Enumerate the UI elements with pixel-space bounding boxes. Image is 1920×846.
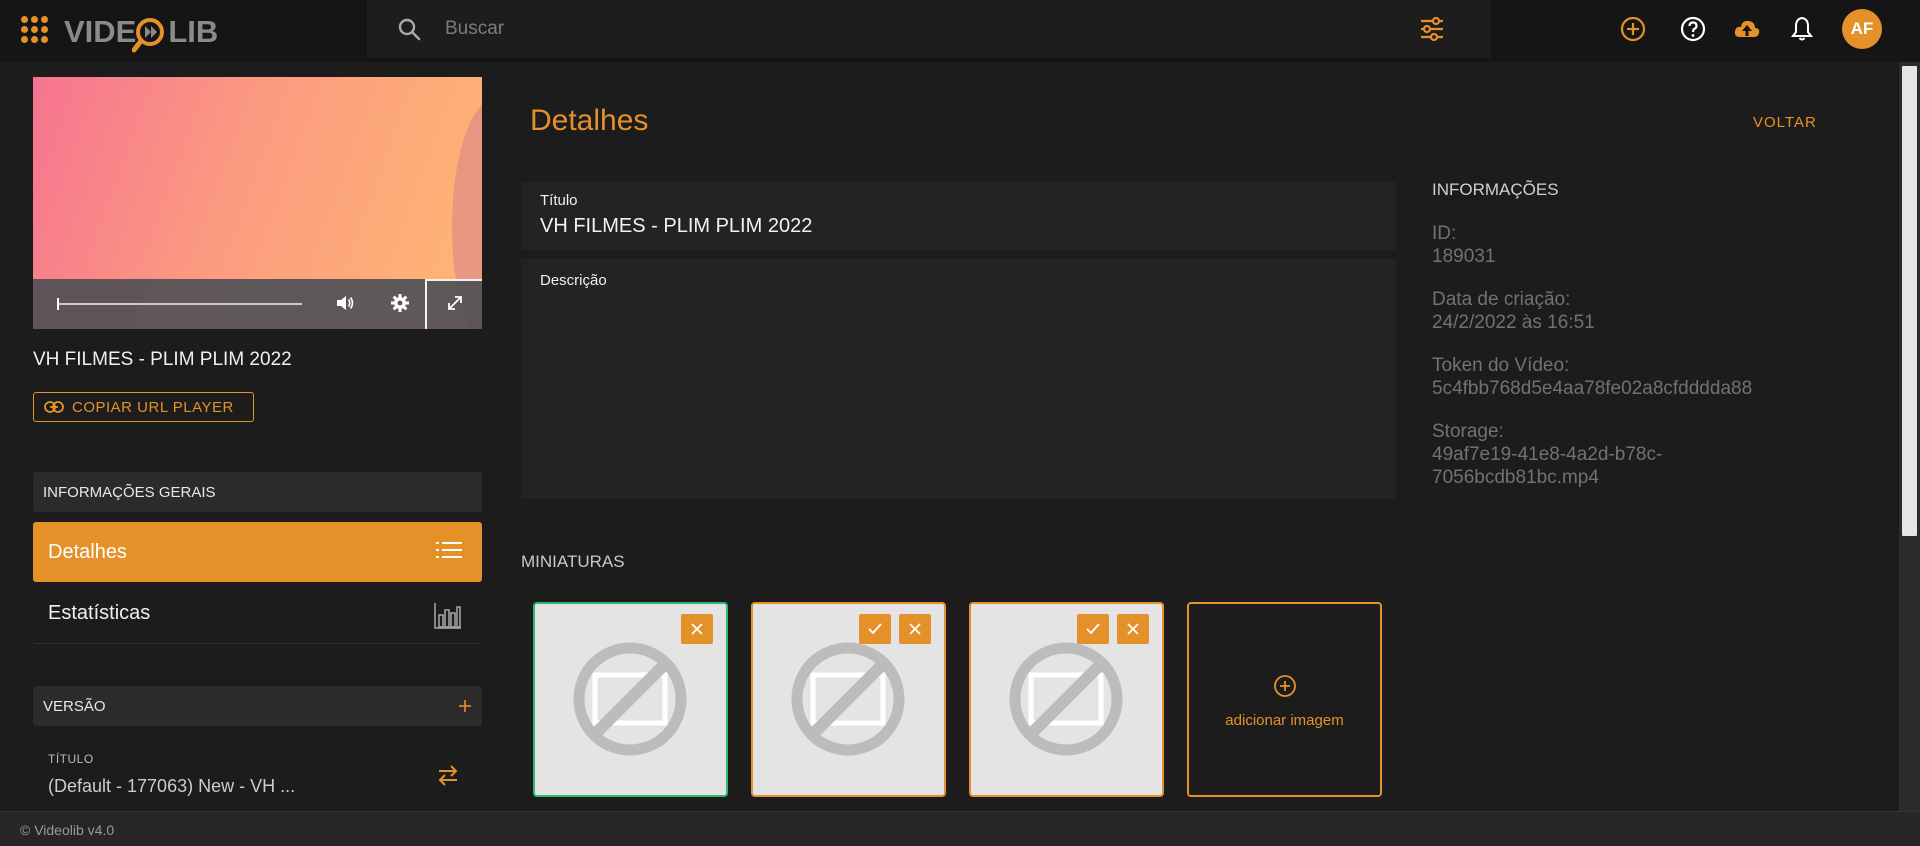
search-input[interactable] bbox=[445, 12, 1345, 46]
info-created: Data de criação: 24/2/2022 às 16:51 bbox=[1432, 288, 1595, 334]
no-image-placeholder-icon bbox=[791, 642, 905, 756]
general-info-header-label: INFORMAÇÕES GERAIS bbox=[43, 483, 216, 501]
description-field-label: Descrição bbox=[540, 272, 607, 289]
thumbnail-card[interactable] bbox=[969, 602, 1164, 797]
footer-version-text: © Videolib v4.0 bbox=[20, 822, 115, 838]
logo-play-magnifier-icon bbox=[131, 15, 172, 53]
thumbnails-title: MINIATURAS bbox=[521, 552, 625, 571]
video-player[interactable] bbox=[33, 77, 482, 329]
help-icon[interactable] bbox=[1679, 15, 1707, 43]
version-header: VERSÃO bbox=[33, 686, 482, 726]
info-created-label: Data de criação: bbox=[1432, 289, 1571, 310]
remove-thumbnail-button[interactable] bbox=[899, 614, 931, 644]
add-image-label: adicionar imagem bbox=[1225, 712, 1344, 729]
title-field-value[interactable]: VH FILMES - PLIM PLIM 2022 bbox=[540, 215, 812, 238]
bar-chart-icon bbox=[434, 603, 461, 629]
footer: © Videolib v4.0 bbox=[0, 811, 1920, 846]
info-storage-label: Storage: bbox=[1432, 421, 1504, 442]
info-created-value: 24/2/2022 às 16:51 bbox=[1432, 312, 1595, 333]
info-token: Token do Vídeo: 5c4fbb768d5e4aa78fe02a8c… bbox=[1432, 354, 1752, 400]
info-token-value: 5c4fbb768d5e4aa78fe02a8cfdddda88 bbox=[1432, 378, 1753, 399]
check-icon bbox=[868, 623, 882, 635]
player-controls bbox=[33, 279, 482, 329]
description-field[interactable]: Descrição bbox=[521, 259, 1396, 499]
info-storage: Storage: 49af7e19-41e8-4a2d-b78c- 7056bc… bbox=[1432, 420, 1662, 489]
sidebar-item-label: Detalhes bbox=[48, 540, 127, 563]
video-title: VH FILMES - PLIM PLIM 2022 bbox=[33, 349, 292, 370]
seek-knob[interactable] bbox=[57, 298, 59, 310]
sidebar-item-label: Estatísticas bbox=[48, 602, 151, 624]
logo-text-left: VIDE bbox=[64, 14, 137, 49]
scrollbar-thumb[interactable] bbox=[1902, 66, 1917, 536]
search-bar bbox=[367, 0, 1491, 58]
close-icon bbox=[691, 623, 703, 635]
search-icon bbox=[398, 18, 421, 41]
general-info-header: INFORMAÇÕES GERAIS bbox=[33, 472, 482, 512]
thumbnail-card[interactable] bbox=[533, 602, 728, 797]
select-thumbnail-button[interactable] bbox=[1077, 614, 1109, 644]
copy-url-player-button[interactable]: COPIAR URL PLAYER bbox=[33, 392, 254, 422]
remove-thumbnail-button[interactable] bbox=[1117, 614, 1149, 644]
version-header-label: VERSÃO bbox=[43, 697, 106, 715]
no-image-placeholder-icon bbox=[1009, 642, 1123, 756]
title-field[interactable]: Título VH FILMES - PLIM PLIM 2022 bbox=[521, 182, 1396, 250]
title-field-label: Título bbox=[540, 192, 578, 209]
info-id-label: ID: bbox=[1432, 223, 1457, 244]
top-bar: VIDE LIB Buscar AF bbox=[0, 0, 1920, 62]
fullscreen-button[interactable] bbox=[425, 279, 482, 329]
fullscreen-icon bbox=[448, 296, 462, 310]
add-version-plus-icon[interactable] bbox=[457, 698, 473, 714]
add-circle-icon bbox=[1274, 675, 1296, 697]
page-title: Detalhes bbox=[530, 104, 649, 137]
seek-bar[interactable] bbox=[57, 298, 302, 310]
back-button[interactable]: VOLTAR bbox=[1753, 114, 1817, 131]
sidebar-item-details[interactable]: Detalhes bbox=[33, 522, 482, 582]
list-icon bbox=[436, 542, 462, 558]
remove-thumbnail-button[interactable] bbox=[681, 614, 713, 644]
add-image-button[interactable]: adicionar imagem bbox=[1187, 602, 1382, 797]
version-title-value[interactable]: (Default - 177063) New - VH ... bbox=[48, 776, 295, 797]
check-icon bbox=[1086, 623, 1100, 635]
cloud-upload-icon[interactable] bbox=[1733, 15, 1761, 43]
version-title-label: TÍTULO bbox=[48, 752, 94, 766]
info-storage-value-line2: 7056bcdb81bc.mp4 bbox=[1432, 467, 1599, 488]
settings-gear-icon[interactable] bbox=[390, 293, 410, 313]
info-id-value: 189031 bbox=[1432, 246, 1496, 267]
select-thumbnail-button[interactable] bbox=[859, 614, 891, 644]
copy-url-player-label: COPIAR URL PLAYER bbox=[72, 398, 234, 416]
notification-bell-icon[interactable] bbox=[1788, 15, 1816, 43]
info-title: INFORMAÇÕES bbox=[1432, 180, 1559, 199]
sidebar-item-statistics[interactable]: Estatísticas bbox=[33, 584, 482, 644]
no-image-placeholder-icon bbox=[573, 642, 687, 756]
close-icon bbox=[909, 623, 921, 635]
link-icon bbox=[44, 401, 64, 413]
filter-sliders-icon[interactable] bbox=[1419, 16, 1445, 42]
user-avatar[interactable]: AF bbox=[1842, 9, 1882, 49]
thumbnail-card[interactable] bbox=[751, 602, 946, 797]
info-id: ID: 189031 bbox=[1432, 222, 1495, 268]
app-logo[interactable]: VIDE LIB bbox=[64, 12, 218, 53]
volume-icon[interactable] bbox=[335, 293, 355, 313]
apps-grid-icon[interactable] bbox=[21, 16, 48, 43]
info-token-label: Token do Vídeo: bbox=[1432, 355, 1570, 376]
add-circle-icon[interactable] bbox=[1619, 15, 1647, 43]
close-icon bbox=[1127, 623, 1139, 635]
swap-arrows-icon[interactable] bbox=[436, 763, 460, 787]
info-storage-value-line1: 49af7e19-41e8-4a2d-b78c- bbox=[1432, 444, 1663, 465]
